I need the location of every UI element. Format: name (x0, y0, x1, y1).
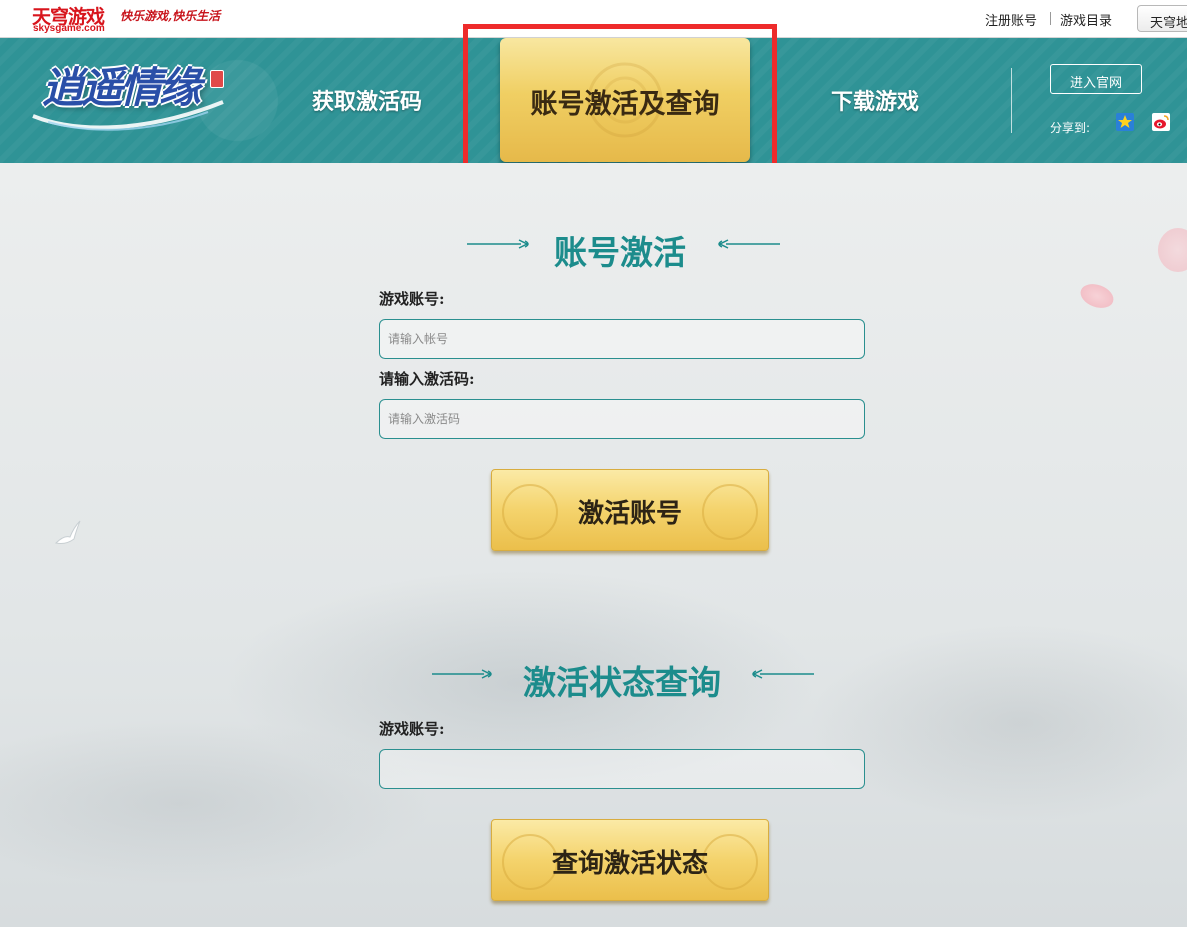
nav-download-game[interactable]: 下载游戏 (831, 84, 919, 116)
title-ornament-right (718, 239, 780, 249)
register-account-link[interactable]: 注册账号 (985, 10, 1037, 29)
site-dropdown[interactable]: 天穹地 (1137, 5, 1187, 32)
query-status-label: 查询激活状态 (551, 849, 708, 879)
weibo-icon[interactable] (1152, 113, 1170, 131)
game-directory-link[interactable]: 游戏目录 (1060, 10, 1112, 29)
query-account-label: 游戏账号: (379, 720, 445, 738)
query-account-input[interactable] (379, 749, 865, 789)
query-section-title: 激活状态查询 (523, 663, 721, 702)
enter-official-site-button[interactable]: 进入官网 (1050, 64, 1142, 94)
nav-divider (1011, 68, 1012, 133)
nav-get-activation-code[interactable]: 获取激活码 (312, 84, 422, 116)
bird-decoration (54, 520, 81, 544)
activation-section-title: 账号激活 (554, 233, 686, 272)
game-logo[interactable]: 逍遥情缘 (28, 36, 238, 146)
title-ornament-left (467, 239, 529, 249)
share-label: 分享到: (1050, 121, 1091, 135)
brand-slogan: 快乐游戏,快乐生活 (120, 9, 221, 23)
activate-account-button[interactable]: 激活账号 (491, 469, 769, 551)
account-label: 游戏账号: (379, 290, 445, 308)
highlight-box (463, 24, 777, 186)
brand-logo-en[interactable]: skysgame.com (33, 23, 105, 34)
query-status-button[interactable]: 查询激活状态 (491, 819, 769, 901)
logo-seal-icon (210, 70, 224, 88)
qzone-icon[interactable] (1116, 113, 1134, 131)
activate-account-label: 激活账号 (577, 499, 682, 529)
account-input[interactable] (379, 319, 865, 359)
title-ornament-left (432, 669, 492, 679)
title-ornament-right (752, 669, 814, 679)
game-logo-text: 逍遥情缘 (42, 63, 201, 112)
activation-code-label: 请输入激活码: (379, 370, 475, 388)
activation-code-input[interactable] (379, 399, 865, 439)
top-link-divider (1050, 12, 1051, 25)
